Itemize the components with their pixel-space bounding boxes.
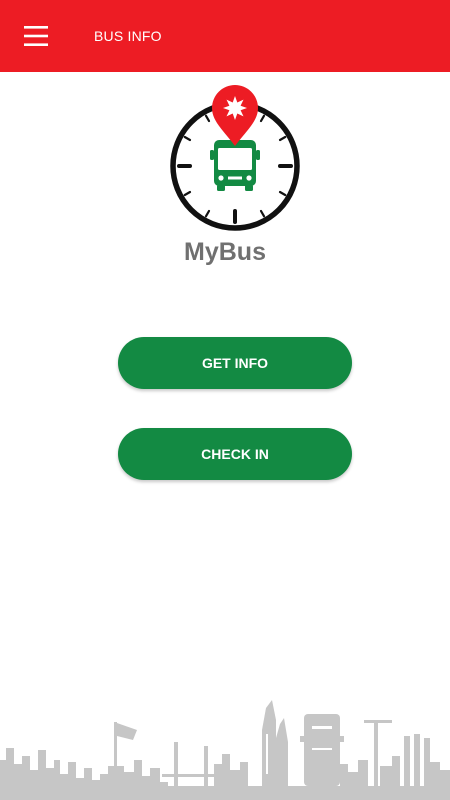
city-skyline bbox=[0, 690, 450, 800]
app-bar: BUS INFO bbox=[0, 0, 450, 72]
city-skyline-illustration bbox=[0, 700, 450, 800]
hamburger-menu-icon bbox=[24, 26, 48, 46]
get-info-button[interactable]: GET INFO bbox=[118, 337, 352, 389]
app-logo bbox=[162, 84, 308, 236]
menu-button[interactable] bbox=[18, 22, 56, 50]
brand-name: MyBus bbox=[184, 238, 266, 266]
check-in-button[interactable]: CHECK IN bbox=[118, 428, 352, 480]
page-title: BUS INFO bbox=[94, 28, 162, 44]
bus-clock-pin-logo bbox=[170, 85, 300, 231]
